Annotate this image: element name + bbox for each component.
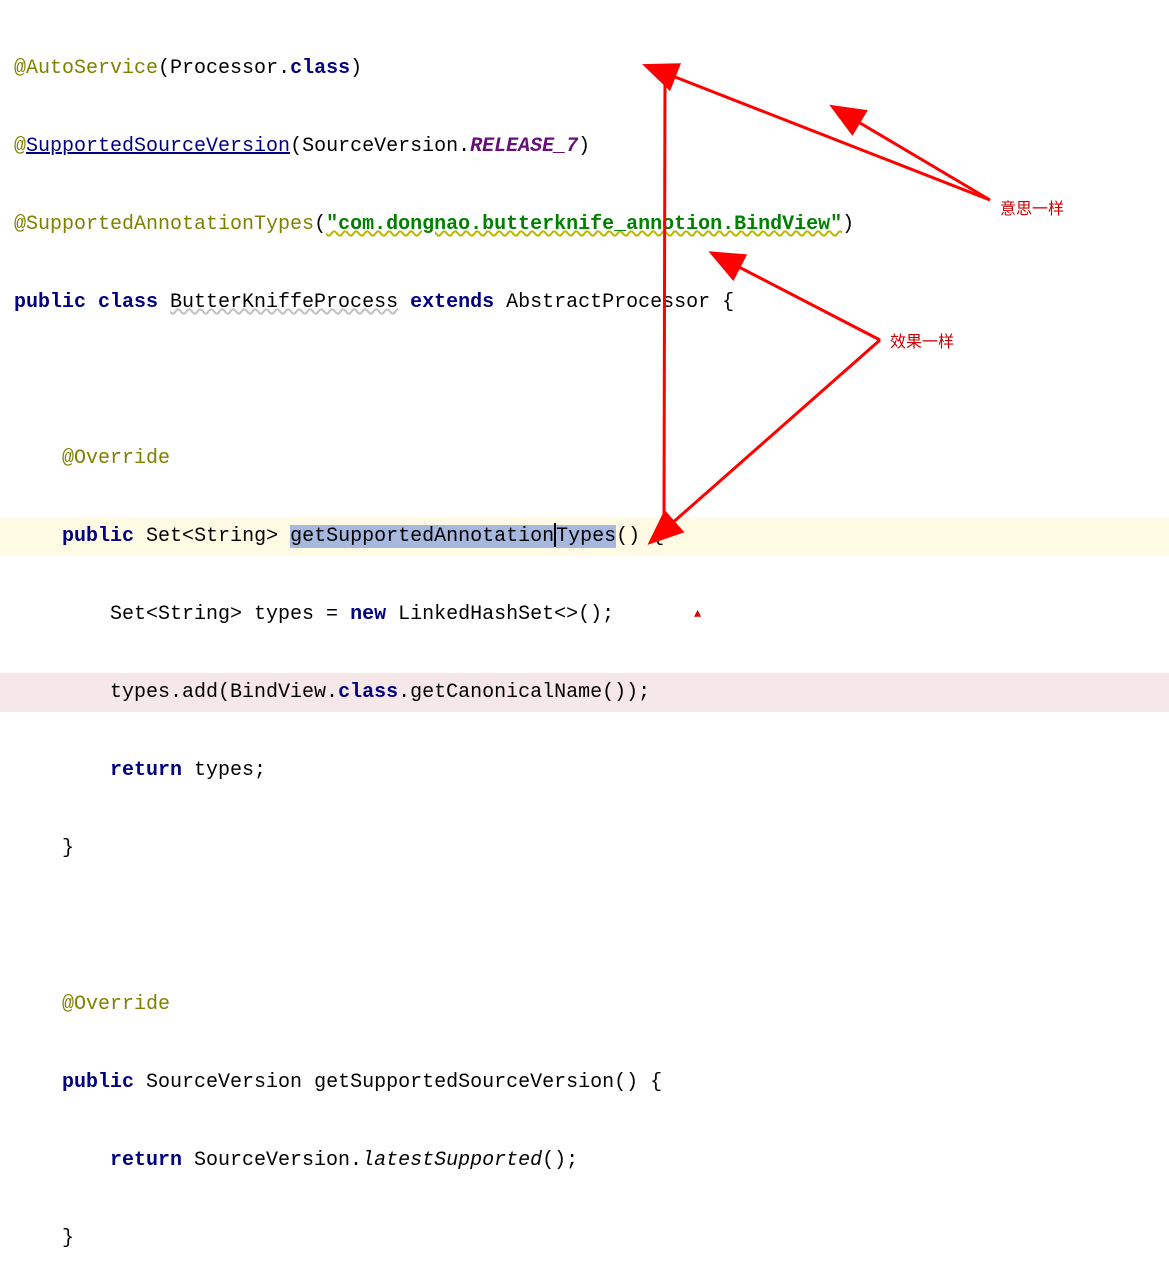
class-keyword: class — [338, 681, 398, 704]
release7-constant: RELEASE_7 — [470, 135, 578, 158]
angle-close: > — [266, 525, 290, 548]
code-line[interactable]: @SupportedAnnotationTypes("com.dongnao.b… — [14, 205, 1169, 244]
return-keyword: return — [110, 759, 194, 782]
code-line-highlighted[interactable]: public Set<String> getSupportedAnnotatio… — [0, 517, 1169, 556]
code-line[interactable]: } — [14, 1219, 1169, 1258]
at-symbol: @ — [14, 135, 26, 158]
paren: ) — [578, 135, 590, 158]
code-line[interactable]: return SourceVersion.latestSupported(); — [14, 1141, 1169, 1180]
code-line[interactable]: @AutoService(Processor.class) — [14, 49, 1169, 88]
brace: { — [722, 291, 734, 314]
override-annotation: @Override — [62, 447, 170, 470]
brace: { — [650, 1071, 662, 1094]
code-line[interactable]: public SourceVersion getSupportedSourceV… — [14, 1063, 1169, 1102]
annotation-label-2: 效果一样 — [890, 328, 954, 352]
code-line[interactable]: return types; — [14, 751, 1169, 790]
paren: ) — [350, 57, 362, 80]
code-line[interactable]: public class ButterKniffeProcess extends… — [14, 283, 1169, 322]
set-decl: Set<String> types = — [110, 603, 350, 626]
method-name-selected[interactable]: getSupportedAnnotation — [290, 525, 554, 548]
angle-open: < — [182, 525, 194, 548]
brace: { — [652, 525, 664, 548]
code-line[interactable]: Set<String> types = new LinkedHashSet<>(… — [14, 595, 1169, 634]
override-annotation: @Override — [62, 993, 170, 1016]
sourceversion-text: SourceVersion. — [302, 135, 470, 158]
code-line[interactable]: } — [14, 829, 1169, 868]
code-line-error[interactable]: types.add(BindView.class.getCanonicalNam… — [0, 673, 1169, 712]
supportedannotationtypes: @SupportedAnnotationTypes — [14, 213, 314, 236]
method-name: getSupportedSourceVersion — [314, 1071, 614, 1094]
code-line[interactable]: @SupportedSourceVersion(SourceVersion.RE… — [14, 127, 1169, 166]
paren: ) — [842, 213, 854, 236]
types-add: types.add(BindView. — [110, 681, 338, 704]
code-line-empty[interactable] — [14, 361, 1169, 400]
getcanonicalname: .getCanonicalName()); — [398, 681, 650, 704]
error-triangle-icon: ▲ — [694, 595, 701, 634]
code-line[interactable]: @Override — [14, 439, 1169, 478]
set-type: Set — [146, 525, 182, 548]
public-keyword: public — [62, 1071, 146, 1094]
paren: () — [616, 525, 652, 548]
return-keyword: return — [110, 1149, 194, 1172]
end: (); — [542, 1149, 578, 1172]
code-line-empty[interactable] — [14, 907, 1169, 946]
public-keyword: public — [62, 525, 146, 548]
class-keyword: class — [290, 57, 350, 80]
string-type: String — [194, 525, 266, 548]
paren: () — [614, 1071, 650, 1094]
linkedhashset: LinkedHashSet — [398, 603, 554, 626]
code-line[interactable]: @Override — [14, 985, 1169, 1024]
extends-keyword: extends — [398, 291, 506, 314]
code-editor[interactable]: @AutoService(Processor.class) @Supported… — [0, 0, 1169, 1274]
types-var: types; — [194, 759, 266, 782]
paren: ( — [158, 57, 170, 80]
brace: } — [62, 837, 74, 860]
method-name-selected-b[interactable]: Types — [556, 525, 616, 548]
sourceversion-type: SourceVersion — [146, 1071, 314, 1094]
abstractprocessor: AbstractProcessor — [506, 291, 722, 314]
end: (); — [578, 603, 614, 626]
paren: ( — [314, 213, 326, 236]
latestsupported-method: latestSupported — [362, 1149, 542, 1172]
brace: } — [62, 1227, 74, 1250]
processor-text: Processor. — [170, 57, 290, 80]
new-keyword: new — [350, 603, 398, 626]
string-literal: "com.dongnao.butterknife_annotion.BindVi… — [326, 213, 842, 236]
annotation-autoservice: @AutoService — [14, 57, 158, 80]
public-class-keyword: public class — [14, 291, 170, 314]
class-name: ButterKniffeProcess — [170, 291, 398, 314]
paren: ( — [290, 135, 302, 158]
diamond: <> — [554, 603, 578, 626]
annotation-label-1: 意思一样 — [1000, 195, 1064, 219]
sourceversion-ref: SourceVersion. — [194, 1149, 362, 1172]
supportedsourceversion-link[interactable]: SupportedSourceVersion — [26, 135, 290, 158]
